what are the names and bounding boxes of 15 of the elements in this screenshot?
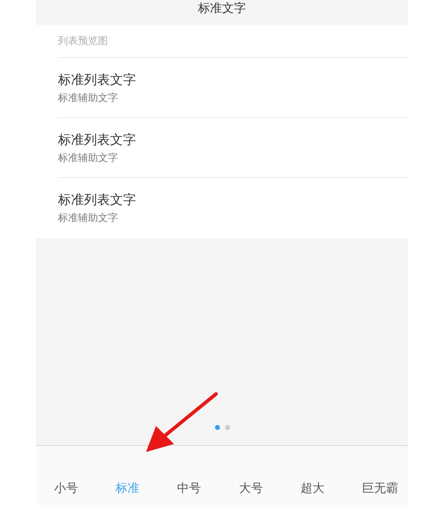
list-item-title: 标准列表文字 [58, 192, 136, 208]
list-item-title: 标准列表文字 [58, 72, 136, 88]
page-title: 标准文字 [198, 1, 246, 15]
size-option[interactable]: 中号 [177, 478, 202, 499]
list-item-subtitle: 标准辅助文字 [58, 92, 118, 104]
section-label: 列表预览图 [58, 25, 408, 58]
list-item-subtitle: 标准辅助文字 [58, 152, 118, 164]
list-item-title: 标准列表文字 [58, 132, 136, 148]
page-dot[interactable] [224, 425, 230, 430]
size-option[interactable]: 小号 [54, 478, 78, 499]
page-dot[interactable] [214, 425, 220, 430]
size-option[interactable]: 大号 [238, 478, 263, 499]
list-item-subtitle: 标准辅助文字 [58, 212, 118, 224]
size-option[interactable]: 巨无霸 [362, 478, 398, 499]
size-option[interactable]: 超大 [300, 478, 324, 499]
